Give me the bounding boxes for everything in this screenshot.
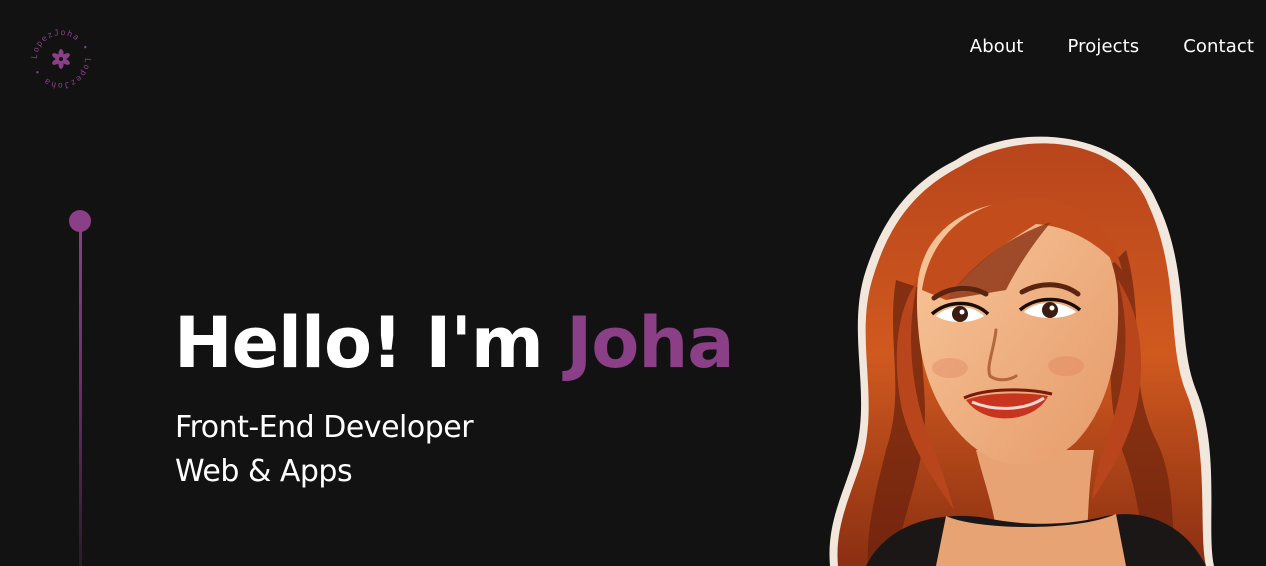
hero-title: Hello! I'm Joha <box>174 298 734 388</box>
logo[interactable]: LopezJoha • LopezJoha • <box>30 28 92 90</box>
timeline-decoration <box>69 210 91 566</box>
hero-subtitle-line-2: Web & Apps <box>175 454 353 489</box>
portrait-illustration <box>826 130 1221 566</box>
portrait-icon <box>829 136 1214 566</box>
hero-subtitle: Front-End Developer Web & Apps <box>175 406 474 494</box>
page: LopezJoha • LopezJoha • About Projects C… <box>0 0 1266 566</box>
nav-about-link[interactable]: About <box>970 36 1024 57</box>
main-nav: About Projects Contact <box>970 36 1254 57</box>
flower-icon <box>52 49 70 69</box>
logo-icon: LopezJoha • LopezJoha • <box>30 28 92 90</box>
hero-name: Joha <box>566 302 734 384</box>
nav-contact-link[interactable]: Contact <box>1183 36 1254 57</box>
hero-subtitle-line-1: Front-End Developer <box>175 410 474 445</box>
hero-greeting: Hello! I'm <box>174 302 567 384</box>
timeline-line <box>78 228 82 566</box>
nav-projects-link[interactable]: Projects <box>1068 36 1140 57</box>
